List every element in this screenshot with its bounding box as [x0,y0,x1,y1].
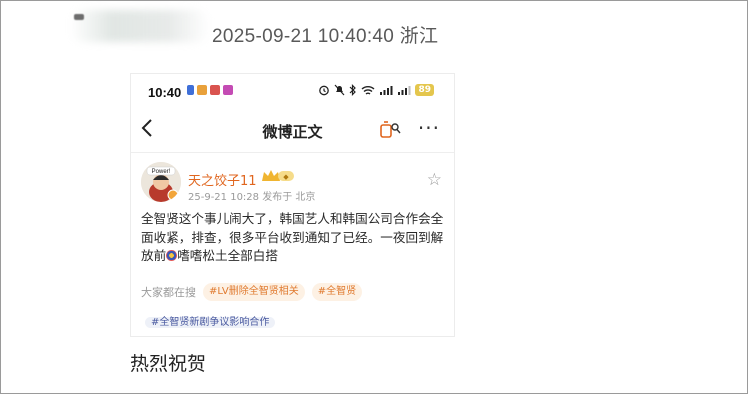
share-button[interactable] [380,120,402,144]
system-icons: 89 [318,84,434,96]
app-notification-icon [223,85,233,95]
trending-tag[interactable]: #全智贤 [311,283,363,301]
post-caption: 热烈祝贺 [130,353,207,375]
trending-tag[interactable]: #LV删除全智贤相关 [203,283,305,301]
mute-icon [335,84,345,96]
status-time: 10:40 [148,85,182,100]
alarm-icon [319,85,330,96]
avatar-badge-text: Power! [152,169,171,175]
favorite-button[interactable]: ☆ [427,170,442,190]
trending-label: 大家都在搜 [141,286,196,299]
fireworks-icon [166,250,178,261]
signal-icon [398,85,411,95]
notification-icons [187,85,233,95]
trending-searches: 大家都在搜 #LV删除全智贤相关 #全智贤 [141,283,363,301]
vip-badge[interactable]: ◆ [261,169,295,183]
blurred-mark [74,14,84,20]
trending-searches-row2: #全智贤新剧争议影响合作 [145,310,276,332]
page-title: 微博正文 [262,123,323,141]
weibo-text-tail: 嗜嗜松土全部白搭 [177,248,278,263]
author-name[interactable]: 天之饺子11 [188,170,257,189]
app-notification-icon [210,85,220,95]
avatar-image: Power! [141,162,181,202]
blurred-username [70,10,210,42]
post-meta: 25-9-21 10:28 发布于 北京 [188,192,316,203]
top-navigation-bar: 微博正文 ··· [131,114,454,146]
weibo-body: 全智贤这个事儿闹大了，韩国艺人和韩国公司合作会全面收紧，排查，很多平台收到通知了… [141,210,446,266]
phone-screenshot: 10:40 89 微博正文 ··· Power! 天之饺子11 ◆ 25-9-2… [130,73,455,337]
trending-tag[interactable]: #全智贤新剧争议影响合作 [145,317,276,328]
avatar[interactable]: Power! [141,162,181,202]
app-notification-icon [187,85,194,95]
signal-icon [380,85,393,95]
svg-text:◆: ◆ [283,174,289,181]
bluetooth-icon [350,84,357,96]
wifi-icon [362,85,375,95]
more-button[interactable]: ··· [418,116,440,140]
share-icon [380,121,401,138]
battery-level: 89 [415,84,434,96]
status-bar: 10:40 89 [131,74,454,112]
post-timestamp-location: 2025-09-21 10:40:40 浙江 [212,26,439,47]
divider [131,152,454,153]
crown-vip-icon: ◆ [262,170,294,181]
app-notification-icon [197,85,207,95]
